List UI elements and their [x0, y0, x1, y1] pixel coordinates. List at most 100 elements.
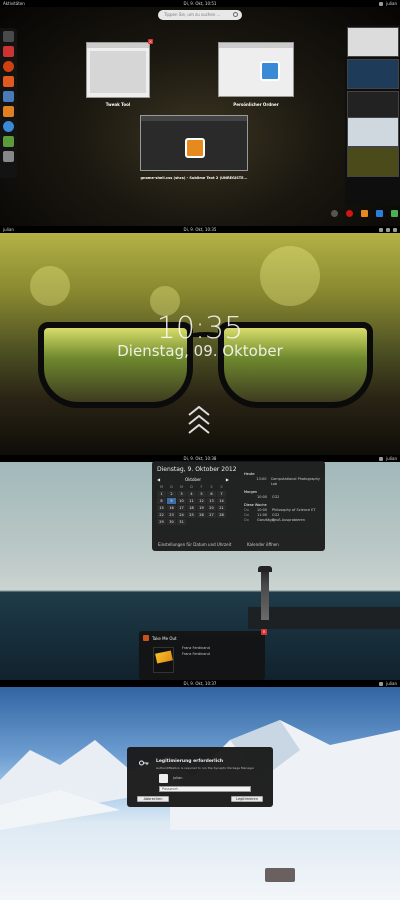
notification-title: Take Me Out [152, 635, 177, 641]
terminal-icon[interactable] [3, 31, 14, 42]
calendar-day[interactable]: 23 [167, 512, 176, 518]
lock-screen: julian Di, 9. Okt, 10:35 10:35 Dienstag,… [0, 226, 400, 455]
workspace-1[interactable] [347, 27, 399, 57]
calendar-day[interactable]: 22 [157, 512, 166, 518]
calendar-day[interactable]: 27 [207, 512, 216, 518]
event-row[interactable]: 13:00 Computational Photography Lab [244, 477, 324, 487]
chat-status-icon[interactable] [391, 210, 398, 217]
calendar-day[interactable]: 30 [167, 519, 176, 525]
photos-icon[interactable] [3, 91, 14, 102]
music-icon[interactable] [3, 76, 14, 87]
weekday-header: S [220, 485, 223, 489]
calendar-day[interactable]: 21 [217, 505, 226, 511]
calendar-day[interactable]: 16 [167, 505, 176, 511]
calendar-day[interactable]: 8 [157, 498, 166, 504]
calendar-day[interactable]: 3 [177, 491, 186, 497]
weekday-header: D [170, 485, 173, 489]
prev-month-button[interactable]: ◀ [157, 477, 160, 482]
window-sublime-text[interactable] [140, 115, 248, 171]
volume-icon[interactable] [379, 1, 384, 6]
cancel-button[interactable]: Abbrechen [137, 796, 169, 802]
chat-icon[interactable] [3, 121, 14, 132]
calendar-day[interactable]: 4 [187, 491, 196, 497]
volume-icon[interactable] [379, 456, 384, 461]
user-menu[interactable]: julian [386, 456, 397, 461]
window-label: gnome-shell.css (shcs) - Sublime Text 2 … [140, 176, 248, 180]
calendar-day[interactable]: 1 [157, 491, 166, 497]
close-icon[interactable]: × [261, 629, 267, 635]
calendar-grid: M D M D F S S 1 2 3 4 5 6 7 8 9 10 11 12 13 14 15 16 17 18 19 20 21… [157, 484, 229, 525]
clock-menu[interactable]: Di, 9. Okt, 10:51 [184, 1, 217, 6]
calendar-day[interactable]: 14 [217, 498, 226, 504]
battery-icon[interactable] [393, 227, 397, 232]
search-input[interactable]: Tippen Sie, um zu suchen ... [158, 10, 242, 20]
volume-icon[interactable] [379, 681, 384, 686]
next-month-button[interactable]: ▶ [226, 477, 229, 482]
calendar-day[interactable]: 18 [187, 505, 196, 511]
user-avatar-icon [159, 774, 168, 783]
message-tray [331, 210, 398, 217]
app-grid-icon[interactable] [3, 151, 14, 162]
opera-icon[interactable] [3, 61, 14, 72]
calendar-day[interactable]: 28 [217, 512, 226, 518]
calendar-day[interactable]: 12 [197, 498, 206, 504]
events-list: Heute 13:00 Computational Photography La… [244, 469, 324, 523]
music-notification[interactable]: Take Me Out Franz Ferdinand Franz Ferdin… [139, 629, 267, 680]
calendar-day[interactable]: 29 [157, 519, 166, 525]
month-label: Oktober [184, 477, 202, 482]
user-icon[interactable] [331, 210, 338, 217]
calendar-day[interactable]: 25 [187, 512, 196, 518]
user-menu[interactable]: julian [3, 227, 14, 232]
calendar-day[interactable]: 7 [217, 491, 226, 497]
calendar-day[interactable]: 6 [207, 491, 216, 497]
network-icon[interactable] [379, 227, 383, 232]
opera-icon[interactable] [346, 210, 353, 217]
user-menu[interactable]: julian [386, 1, 397, 6]
files-icon[interactable] [3, 106, 14, 117]
dropbox-icon[interactable] [376, 210, 383, 217]
calendar-day[interactable]: 13 [207, 498, 216, 504]
window-label: Tweak Tool [105, 102, 131, 107]
chevron-up-icon[interactable] [188, 424, 210, 434]
calendar-day[interactable]: 20 [207, 505, 216, 511]
sublime-icon[interactable] [361, 210, 368, 217]
home-folder-icon [260, 61, 280, 81]
activities-button[interactable]: Aktivitäten [3, 1, 25, 6]
music-app-icon [143, 635, 149, 641]
workspace-2[interactable] [347, 59, 399, 89]
calendar-day[interactable]: 31 [177, 519, 186, 525]
event-row[interactable]: Do Ganztägig Gruß Ausprobieren [244, 518, 324, 523]
search-icon [233, 12, 238, 17]
clock-menu[interactable]: Di, 9. Okt, 10:37 [184, 681, 217, 686]
calendar-day[interactable]: 24 [177, 512, 186, 518]
volume-icon[interactable] [386, 227, 390, 232]
clock-menu[interactable]: Di, 9. Okt, 10:35 [184, 227, 217, 232]
calendar-day[interactable]: 5 [197, 491, 206, 497]
calendar-day[interactable]: 19 [197, 505, 206, 511]
weekday-header: D [190, 485, 193, 489]
workspace-5[interactable] [347, 147, 399, 177]
calendar-day[interactable]: 26 [197, 512, 206, 518]
authenticate-button[interactable]: Legitimieren [231, 796, 263, 802]
album-art [153, 647, 174, 673]
window-tweak-tool[interactable] [86, 42, 150, 98]
calendar-day[interactable]: 10 [177, 498, 186, 504]
workspace-4[interactable] [347, 117, 399, 147]
calendar-day[interactable]: 17 [177, 505, 186, 511]
calendar-day-today[interactable]: 9 [167, 498, 176, 504]
software-icon[interactable] [3, 136, 14, 147]
search-placeholder: Tippen Sie, um zu suchen ... [164, 12, 221, 17]
pdf-icon[interactable] [3, 46, 14, 57]
event-row[interactable]: 10:00 CG2 [244, 495, 324, 500]
calendar-day[interactable]: 11 [187, 498, 196, 504]
password-field[interactable]: Passwort: [159, 786, 251, 792]
date-settings-link[interactable]: Einstellungen für Datum und Uhrzeit [158, 542, 231, 547]
lock-date: Dienstag, 09. Oktober [117, 342, 283, 360]
dialog-title: Legitimierung erforderlich [156, 759, 224, 764]
calendar-day[interactable]: 2 [167, 491, 176, 497]
close-icon[interactable]: × [148, 39, 153, 44]
user-menu[interactable]: julian [386, 681, 397, 686]
window-home-folder[interactable] [218, 42, 294, 97]
calendar-day[interactable]: 15 [157, 505, 166, 511]
open-calendar-link[interactable]: Kalender öffnen [247, 542, 279, 547]
